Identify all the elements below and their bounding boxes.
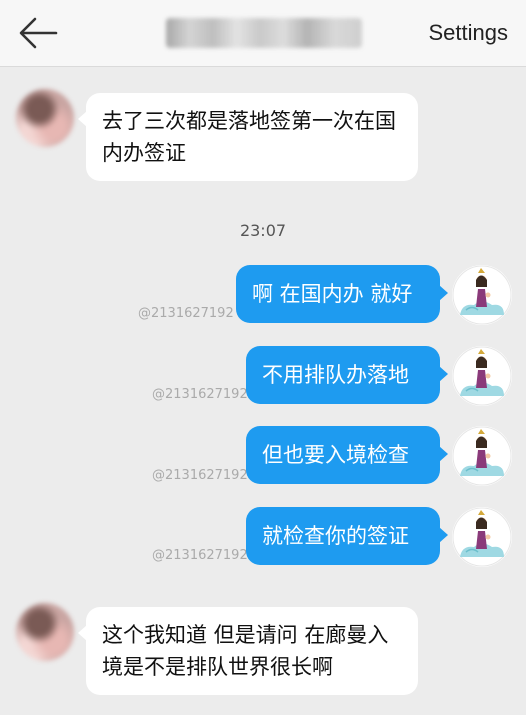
my-avatar[interactable] (452, 265, 512, 325)
sender-id-tag: @2131627192 (152, 548, 248, 563)
arrow-left-icon (19, 17, 58, 49)
back-button[interactable] (18, 16, 58, 50)
message-text: 不用排队办落地 (262, 363, 409, 387)
outgoing-message: 啊 在国内办 就好 (236, 265, 448, 323)
my-avatar[interactable] (452, 426, 512, 486)
message-text: 但也要入境检查 (262, 443, 409, 467)
contact-avatar[interactable] (16, 89, 74, 147)
outgoing-message: 就检查你的签证 (246, 507, 448, 565)
timestamp: 23:07 (239, 221, 287, 240)
settings-button[interactable]: Settings (429, 20, 509, 46)
sender-id-tag: @2131627192 (152, 387, 248, 402)
top-bar: Settings (0, 0, 526, 67)
message-text: 就检查你的签证 (262, 524, 409, 548)
outgoing-message: 但也要入境检查 (246, 426, 448, 484)
message-text: 去了三次都是落地签第一次在国内办签证 (102, 109, 396, 165)
message-text: 这个我知道 但是请问 在廊曼入境是不是排队世界很长啊 (102, 623, 389, 679)
outgoing-message: 不用排队办落地 (246, 346, 448, 404)
my-avatar[interactable] (452, 507, 512, 567)
my-avatar[interactable] (452, 346, 512, 406)
sender-id-tag: @2131627192 (138, 306, 234, 321)
chat-title-blurred (166, 18, 362, 48)
message-text: 啊 在国内办 就好 (252, 282, 413, 306)
chat-area[interactable]: 去了三次都是落地签第一次在国内办签证 23:07 @2131627192 啊 在… (0, 67, 526, 715)
cartoon-girl-avatar-icon (452, 265, 512, 325)
incoming-message: 这个我知道 但是请问 在廊曼入境是不是排队世界很长啊 (78, 607, 418, 695)
contact-avatar[interactable] (16, 603, 74, 661)
cartoon-girl-avatar-icon (452, 507, 512, 567)
sender-id-tag: @2131627192 (152, 468, 248, 483)
cartoon-girl-avatar-icon (452, 426, 512, 486)
incoming-message: 去了三次都是落地签第一次在国内办签证 (78, 93, 418, 181)
cartoon-girl-avatar-icon (452, 346, 512, 406)
